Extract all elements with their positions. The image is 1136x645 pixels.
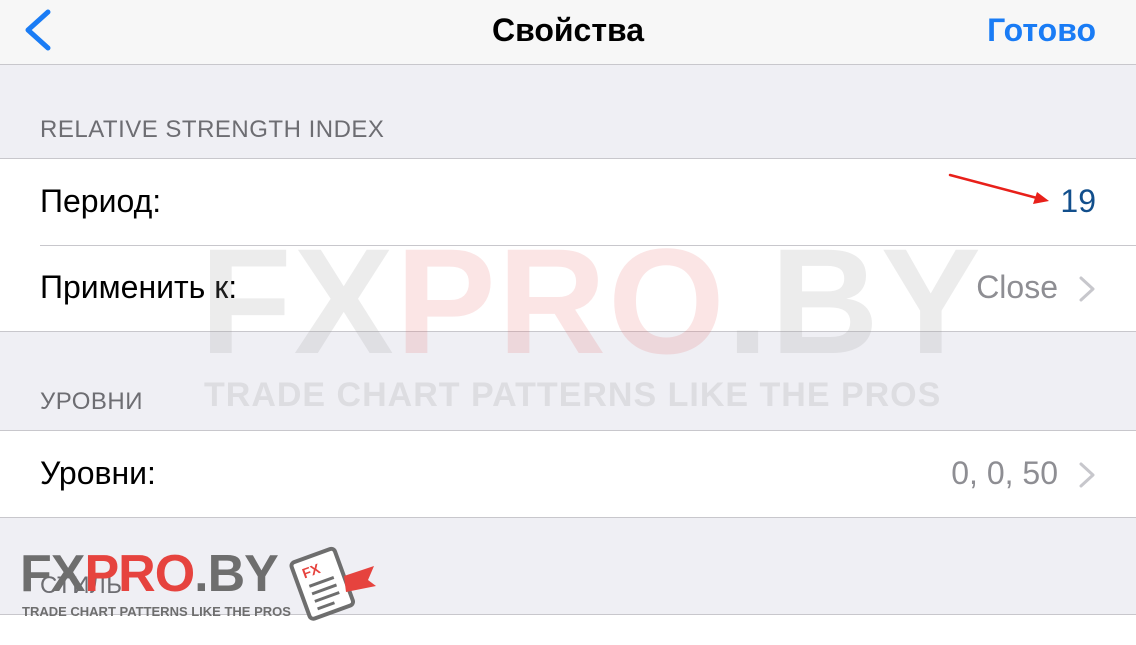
chevron-right-icon [1079, 276, 1095, 302]
logo-text: FXPRO.BY [20, 545, 279, 603]
period-label: Период: [40, 183, 162, 219]
logo-tagline: TRADE CHART PATTERNS LIKE THE PROS [22, 604, 291, 619]
row-levels[interactable]: Уровни: 0, 0, 50 [0, 431, 1136, 517]
apply-to-value: Close [976, 269, 1058, 305]
watermark-tagline: TRADE CHART PATTERNS LIKE THE PROS [204, 376, 942, 414]
period-value[interactable]: 19 [1060, 183, 1096, 220]
done-button[interactable]: Готово [987, 12, 1096, 49]
annotation-arrow [948, 173, 1049, 204]
page-title: Свойства [491, 12, 645, 48]
brand-logo: FXPRO.BY TRADE CHART PATTERNS LIKE THE P… [20, 546, 380, 626]
section-header-levels: УРОВНИ [40, 388, 143, 415]
apply-to-label: Применить к: [40, 269, 238, 305]
levels-label: Уровни: [40, 455, 156, 491]
levels-value: 0, 0, 50 [951, 455, 1058, 491]
section-header-rsi: RELATIVE STRENGTH INDEX [40, 116, 385, 143]
row-apply-to[interactable]: Применить к: Close [0, 245, 1136, 331]
chevron-right-icon [1079, 462, 1095, 488]
navigation-bar: Свойства Готово [0, 0, 1136, 65]
chart-document-icon: FX [289, 546, 376, 621]
settings-group-levels: Уровни: 0, 0, 50 [0, 430, 1136, 518]
